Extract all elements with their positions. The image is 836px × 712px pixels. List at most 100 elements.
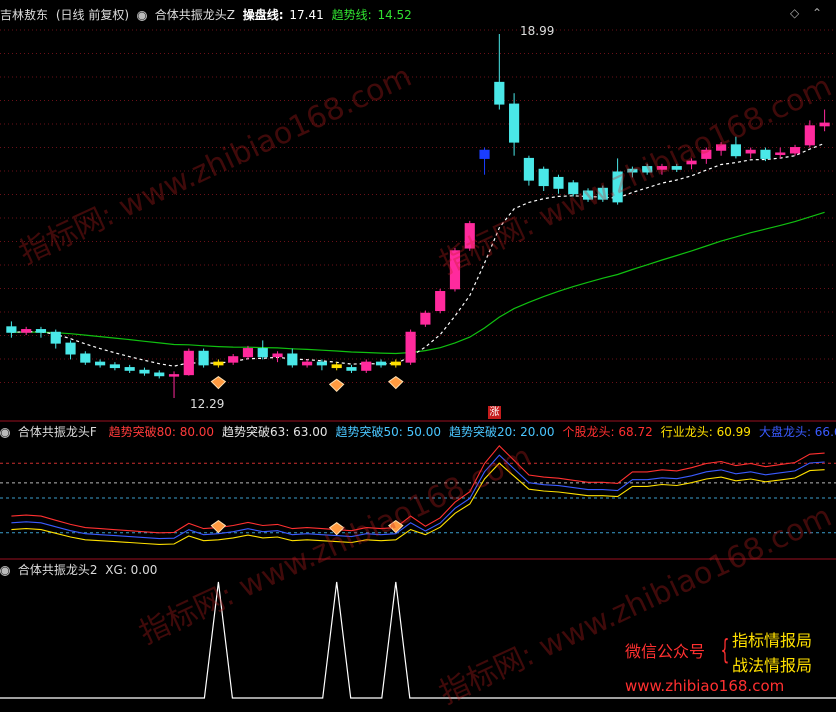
indicator-toggle-icon[interactable]: ◯ [0,427,10,438]
diamond-signal-icon [388,375,404,390]
promo-line2: 战法情报局 [732,656,813,675]
indicator-series-line [11,454,825,540]
panel2-title[interactable]: 合体共振龙头F [18,425,97,439]
candle-body [494,81,505,105]
stock-chart [0,29,836,699]
candle-body [509,103,520,143]
stock-name[interactable]: 吉林敖东 [0,8,48,22]
wechat-label: 微信公众号 [625,642,706,661]
candle-body [789,147,801,154]
trend-line-label: 趋势线: [331,8,372,22]
trend-line [11,211,825,355]
candle-body [612,171,623,203]
candle-body [257,348,268,358]
legend-item: 个股龙头: 68.72 [562,425,653,439]
panel2-legend: 趋势突破80: 80.00 趋势突破63: 63.00 趋势突破50: 50.00 趋… [105,425,836,439]
candle-body [65,342,76,355]
low-price-label: 12.29 [190,397,225,411]
main-header: 吉林敖东 (日线 前复权) ◯ 合体共振龙头Z 操盘线: 17.41 趋势线: … [0,6,416,24]
candle-body [435,291,446,312]
candle-body [242,348,254,358]
indicator-toggle-icon[interactable]: ◯ [136,10,147,21]
candle-body [302,361,313,366]
chevron-up-icon[interactable]: ⌃ [812,6,822,20]
candle-body [804,125,815,146]
candle-body [642,166,653,173]
diamond-signal-icon [328,378,345,393]
legend-item: 行业龙头: 60.99 [660,425,751,439]
candle-body [656,166,668,170]
promo-url: www.zhibiao168.com [625,677,785,695]
indicator-toggle-icon[interactable]: ◯ [0,565,10,576]
candle-body [582,190,594,200]
xg-value: XG: 0.00 [105,563,158,577]
legend-item: 趋势突破20: 20.00 [449,425,555,439]
candle-body [95,361,106,366]
candle-body [390,361,401,366]
candle-body [568,182,579,195]
candle-body [272,353,283,358]
op-line [11,142,825,367]
candle-body [361,361,372,371]
legend-item: 大盘龙头: 66.62 [758,425,836,439]
candle-body [316,361,327,366]
indicator-name[interactable]: 合体共振龙头Z [155,8,235,22]
diamond-signal-icon [210,375,227,390]
candle-body [168,374,180,377]
candle-body [464,223,475,249]
indicator-panel-f [11,444,825,545]
candle-body [671,166,682,170]
main-panel [6,34,830,398]
candle-body [405,331,416,363]
candle-body [21,329,32,333]
candle-body [213,361,224,366]
candle-body [420,312,431,325]
candle-body [346,367,357,371]
diamond-signal-icon [388,519,404,534]
legend-item: 趋势突破80: 80.00 [108,425,215,439]
candle-body [375,361,387,366]
candle-body [745,149,756,154]
high-price-label: 18.99 [520,24,555,38]
candle-body [331,364,342,369]
candle-body [287,353,298,366]
candle-body [538,168,549,187]
grid-lines [0,29,836,560]
brace-icon: { [720,633,730,666]
candle-body [198,350,209,366]
candle-body [760,149,771,159]
legend-item: 趋势突破50: 50.00 [335,425,442,439]
candle-body [627,168,638,173]
candle-body [154,372,165,377]
panel3-title[interactable]: 合体共振龙头2 [18,563,98,577]
panel3-header: ◯ 合体共振龙头2 XG: 0.00 [0,561,161,579]
candle-body [597,187,608,200]
expand-icon[interactable]: ◇ [790,6,799,20]
op-line-label: 操盘线: [242,8,284,22]
candle-body [6,326,17,333]
candle-body [35,329,47,333]
candle-body [716,144,727,151]
limit-up-badge: 涨 [488,406,501,419]
candle-body [228,356,239,363]
candle-body [449,250,461,290]
candle-body [183,350,194,376]
candle-body [139,369,150,374]
candle-body [775,152,786,155]
candle-body [701,149,712,159]
candle-body [730,144,741,157]
candle-body [553,176,564,189]
candle-body [523,157,534,181]
candle-body [479,149,490,159]
legend-item: 趋势突破63: 63.00 [222,425,328,439]
diamond-signal-icon [210,519,227,534]
candle-body [124,367,135,371]
candle-body [686,160,697,165]
candle-body [50,331,61,344]
period-label[interactable]: (日线 前复权) [56,8,129,22]
promo-line1: 指标情报局 [732,631,813,650]
indicator-series-line [11,444,825,534]
candle-body [80,353,91,363]
candle-body [109,364,120,369]
trend-line-value: 14.52 [377,8,412,22]
